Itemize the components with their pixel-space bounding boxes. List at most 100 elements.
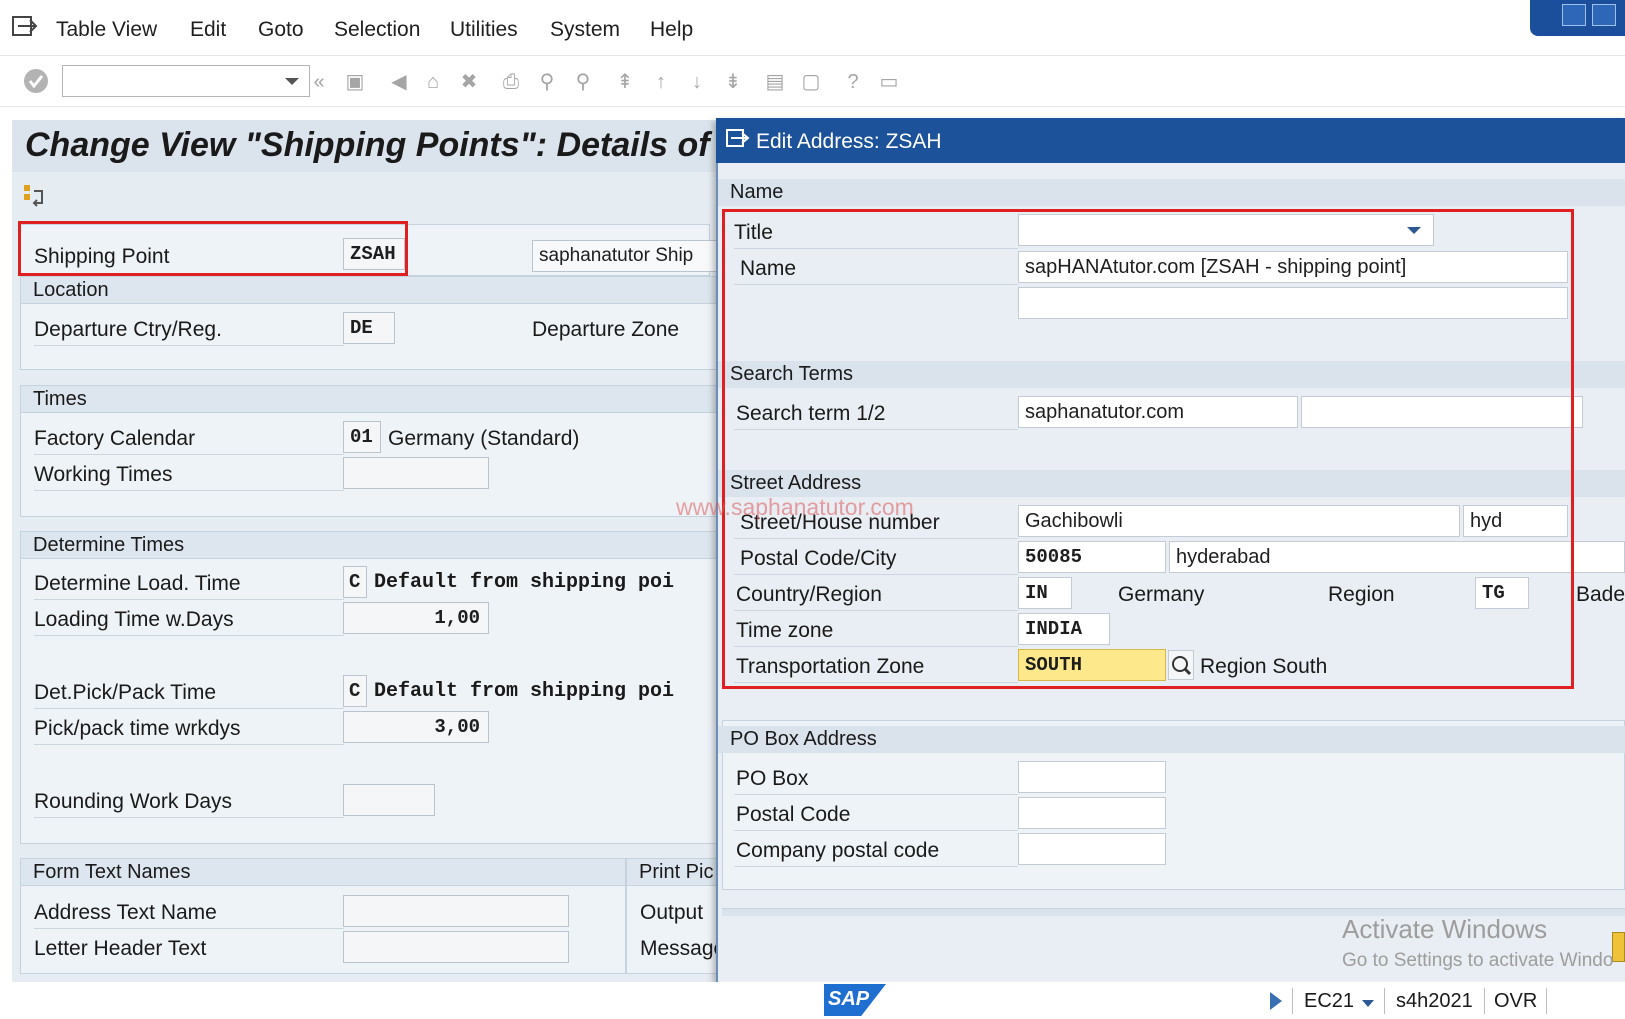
standard-toolbar: « ▣ ◀ ⌂ ✖ ⎙ ⚲ ⚲ ⇞ ↑ ↓ ⇟ ▤ ▢ ? ▭ bbox=[0, 57, 1625, 107]
menu-system[interactable]: System bbox=[550, 18, 620, 42]
working-times-field[interactable] bbox=[343, 457, 489, 489]
help-icon[interactable]: ? bbox=[840, 69, 866, 95]
status-separator bbox=[1384, 988, 1385, 1014]
loading-time-days-label: Loading Time w.Days bbox=[34, 608, 234, 631]
shipping-point-description: saphanatutor Ship bbox=[532, 240, 722, 272]
highlight-box-address bbox=[722, 209, 1574, 689]
find-icon[interactable]: ⚲ bbox=[534, 69, 560, 95]
save-icon[interactable]: ▣ bbox=[342, 69, 368, 95]
factory-calendar-field[interactable]: 01 bbox=[343, 421, 381, 453]
location-heading: Location bbox=[21, 277, 719, 304]
cancel-icon[interactable]: ✖ bbox=[456, 69, 482, 95]
det-pick-pack-text: Default from shipping poi bbox=[374, 680, 675, 703]
next-page-icon[interactable]: ↓ bbox=[684, 69, 710, 95]
layout-icon[interactable]: ▭ bbox=[876, 69, 902, 95]
determine-load-time-code[interactable]: C bbox=[343, 566, 367, 598]
po-box-label: PO Box bbox=[736, 767, 809, 790]
row-separator bbox=[34, 490, 344, 491]
times-heading: Times bbox=[21, 386, 719, 413]
watermark-text: www.saphanatutor.com bbox=[676, 494, 914, 520]
page-title: Change View "Shipping Points": Details o… bbox=[25, 126, 710, 164]
row-separator bbox=[734, 830, 1018, 831]
determine-load-time-label: Determine Load. Time bbox=[34, 572, 241, 595]
print-icon[interactable]: ⎙ bbox=[498, 69, 524, 95]
dialog-title: Edit Address: ZSAH bbox=[756, 130, 942, 153]
po-box-field[interactable] bbox=[1018, 761, 1166, 793]
title-bar: Change View "Shipping Points": Details o… bbox=[12, 120, 722, 172]
dialog-action-button[interactable] bbox=[1612, 932, 1625, 962]
minimize-button[interactable] bbox=[1562, 4, 1586, 26]
restore-button[interactable] bbox=[1592, 4, 1616, 26]
last-page-icon[interactable]: ⇟ bbox=[720, 69, 746, 95]
row-separator bbox=[34, 744, 344, 745]
po-box-heading: PO Box Address bbox=[718, 726, 1625, 753]
first-page-icon[interactable]: ⇞ bbox=[612, 69, 638, 95]
chevron-down-icon[interactable] bbox=[285, 78, 299, 85]
row-separator bbox=[734, 794, 1018, 795]
det-pick-pack-code[interactable]: C bbox=[343, 675, 367, 707]
find-next-icon[interactable]: ⚲ bbox=[570, 69, 596, 95]
status-separator bbox=[1484, 988, 1485, 1014]
name-heading: Name bbox=[718, 179, 1625, 206]
status-expand-icon[interactable] bbox=[1270, 992, 1282, 1010]
print-heading: Print Pic bbox=[627, 859, 719, 886]
det-pick-pack-label: Det.Pick/Pack Time bbox=[34, 681, 217, 704]
activate-windows-title: Activate Windows bbox=[1342, 914, 1548, 944]
status-mode: OVR bbox=[1494, 990, 1538, 1012]
dialog-menu-icon[interactable] bbox=[726, 129, 750, 151]
menu-goto[interactable]: Goto bbox=[258, 18, 304, 42]
highlight-box-shipping-point bbox=[18, 221, 408, 276]
message-label: Message bbox=[640, 937, 726, 960]
rounding-work-days-field[interactable] bbox=[343, 784, 435, 816]
working-times-label: Working Times bbox=[34, 463, 173, 486]
factory-calendar-label: Factory Calendar bbox=[34, 427, 196, 450]
status-bar: SAP EC21 s4h2021 OVR bbox=[0, 982, 1625, 1019]
departure-ctry-label: Departure Ctry/Reg. bbox=[34, 318, 222, 341]
status-system: EC21 bbox=[1304, 990, 1355, 1012]
exit-icon[interactable]: ⌂ bbox=[420, 69, 446, 95]
other-entry-icon[interactable] bbox=[22, 183, 46, 209]
row-separator bbox=[34, 345, 344, 346]
double-chevron-left-icon[interactable]: « bbox=[306, 69, 332, 95]
loading-time-days-field[interactable]: 1,00 bbox=[343, 602, 489, 634]
row-separator bbox=[34, 817, 344, 818]
menu-icon[interactable] bbox=[12, 16, 38, 38]
window-controls bbox=[1530, 0, 1625, 36]
sap-logo: SAP bbox=[824, 984, 886, 1016]
menu-edit[interactable]: Edit bbox=[190, 18, 226, 42]
row-separator bbox=[34, 635, 344, 636]
pick-pack-days-field[interactable]: 3,00 bbox=[343, 711, 489, 743]
shortcut-icon[interactable]: ▢ bbox=[798, 69, 824, 95]
company-postal-code-field[interactable] bbox=[1018, 833, 1166, 865]
determine-load-time-text: Default from shipping poi bbox=[374, 571, 675, 594]
back-icon[interactable]: ◀ bbox=[386, 69, 412, 95]
row-separator bbox=[34, 708, 344, 709]
row-separator bbox=[734, 866, 1018, 867]
status-server: s4h2021 bbox=[1396, 990, 1473, 1012]
dialog-title-bar: Edit Address: ZSAH bbox=[716, 118, 1625, 163]
menu-table-view[interactable]: Table View bbox=[56, 18, 157, 42]
menu-help[interactable]: Help bbox=[650, 18, 693, 42]
po-postal-code-field[interactable] bbox=[1018, 797, 1166, 829]
row-separator bbox=[34, 928, 344, 929]
row-separator bbox=[34, 454, 344, 455]
company-postal-code-label: Company postal code bbox=[736, 839, 940, 862]
departure-ctry-field[interactable]: DE bbox=[343, 312, 395, 344]
status-separator bbox=[1292, 988, 1293, 1014]
create-session-icon[interactable]: ▤ bbox=[762, 69, 788, 95]
address-text-name-field[interactable] bbox=[343, 895, 569, 927]
letter-header-text-field[interactable] bbox=[343, 931, 569, 963]
determine-times-heading: Determine Times bbox=[21, 532, 719, 559]
pick-pack-days-label: Pick/pack time wrkdys bbox=[34, 717, 241, 740]
command-field[interactable] bbox=[62, 65, 310, 97]
enter-check-icon[interactable] bbox=[22, 67, 50, 95]
rounding-work-days-label: Rounding Work Days bbox=[34, 790, 233, 813]
menu-selection[interactable]: Selection bbox=[334, 18, 420, 42]
chevron-down-icon[interactable] bbox=[1362, 1000, 1374, 1007]
status-separator bbox=[1546, 988, 1547, 1014]
letter-header-text-label: Letter Header Text bbox=[34, 937, 207, 960]
region-text: Bade bbox=[1576, 583, 1625, 606]
previous-page-icon[interactable]: ↑ bbox=[648, 69, 674, 95]
output-label: Output bbox=[640, 901, 704, 924]
menu-utilities[interactable]: Utilities bbox=[450, 18, 518, 42]
